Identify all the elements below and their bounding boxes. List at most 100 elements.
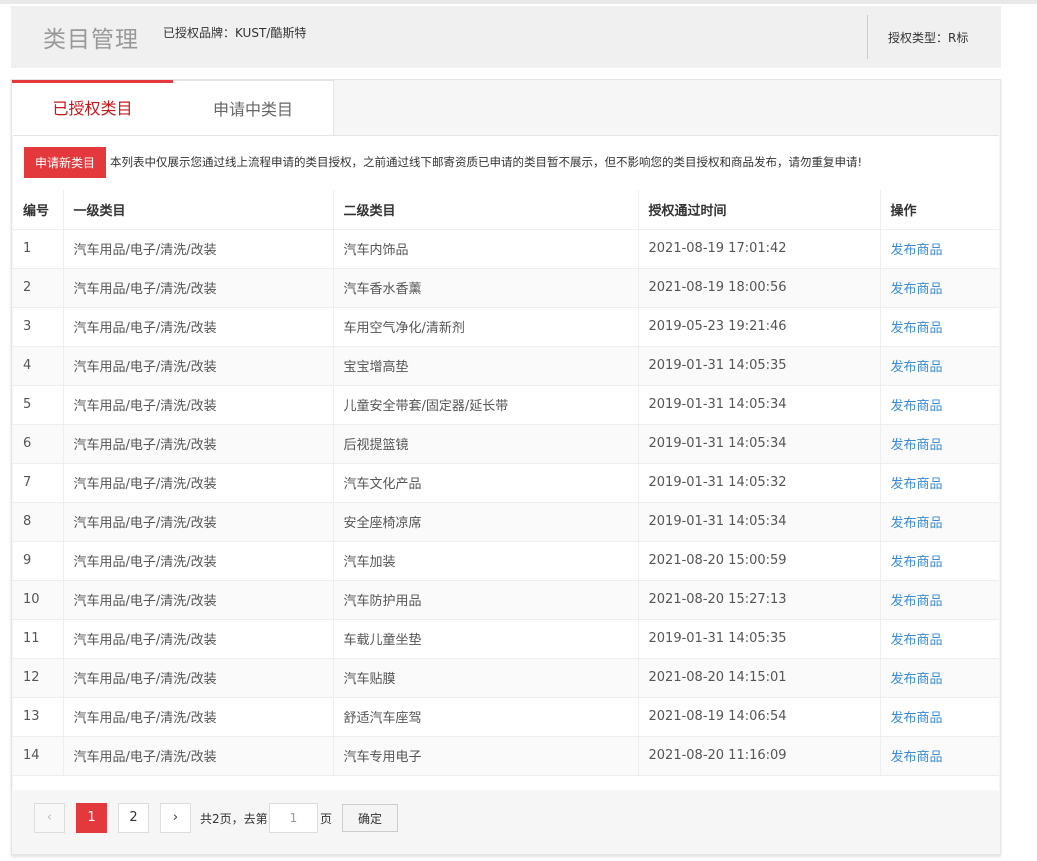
- cell-id: 6: [13, 424, 64, 464]
- publish-product-link[interactable]: 发布商品: [891, 750, 943, 765]
- cell-level2-category: 汽车专用电子: [333, 736, 639, 776]
- cell-level2-category: 车用空气净化/清新剂: [333, 307, 639, 347]
- table-row: 6 汽车用品/电子/清洗/改装 后视提篮镜 2019-01-31 14:05:34 发布…: [13, 424, 999, 464]
- cell-action: 发布商品: [880, 619, 999, 659]
- cell-level1-category: 汽车用品/电子/清洗/改装: [63, 229, 334, 269]
- table-row: 12 汽车用品/电子/清洗/改装 汽车贴膜 2021-08-20 14:15:01 发布…: [13, 658, 999, 698]
- cell-action: 发布商品: [880, 346, 999, 386]
- cell-action: 发布商品: [880, 307, 999, 347]
- cell-auth-time: 2021-08-19 14:06:54: [638, 697, 881, 737]
- table-row: 9 汽车用品/电子/清洗/改装 汽车加装 2021-08-20 15:00:59 发布商…: [13, 541, 999, 581]
- publish-product-link[interactable]: 发布商品: [891, 711, 943, 726]
- tab-pending-categories[interactable]: 申请中类目: [173, 80, 334, 135]
- cell-level1-category: 汽车用品/电子/清洗/改装: [63, 541, 334, 581]
- publish-product-link[interactable]: 发布商品: [891, 360, 943, 375]
- cell-action: 发布商品: [880, 424, 999, 464]
- cell-level2-category: 汽车防护用品: [333, 580, 639, 620]
- cell-level2-category: 汽车香水香薰: [333, 268, 639, 308]
- table-row: 7 汽车用品/电子/清洗/改装 汽车文化产品 2019-01-31 14:05:32 发…: [13, 463, 999, 503]
- publish-product-link[interactable]: 发布商品: [891, 399, 943, 414]
- page-1-button[interactable]: 1: [76, 803, 107, 833]
- cell-action: 发布商品: [880, 697, 999, 737]
- cell-auth-time: 2021-08-19 17:01:42: [638, 229, 881, 269]
- cell-id: 14: [13, 736, 64, 776]
- table-row: 8 汽车用品/电子/清洗/改装 安全座椅凉席 2019-01-31 14:05:34 发…: [13, 502, 999, 542]
- cell-level2-category: 汽车内饰品: [333, 229, 639, 269]
- cell-level2-category: 儿童安全带套/固定器/延长带: [333, 385, 639, 425]
- page-2-button[interactable]: 2: [118, 803, 149, 833]
- column-header-level1: 一级类目: [63, 190, 334, 230]
- cell-auth-time: 2021-08-20 11:16:09: [638, 736, 881, 776]
- cell-level1-category: 汽车用品/电子/清洗/改装: [63, 307, 334, 347]
- publish-product-link[interactable]: 发布商品: [891, 516, 943, 531]
- category-panel: 已授权类目 申请中类目 申请新类目 本列表中仅展示您通过线上流程申请的类目授权，…: [11, 79, 1001, 855]
- publish-product-link[interactable]: 发布商品: [891, 438, 943, 453]
- column-header-action: 操作: [880, 190, 999, 230]
- cell-id: 8: [13, 502, 64, 542]
- publish-product-link[interactable]: 发布商品: [891, 633, 943, 648]
- tab-authorized-categories[interactable]: 已授权类目: [12, 80, 173, 135]
- table-header-row: 编号 一级类目 二级类目 授权通过时间 操作: [13, 190, 999, 230]
- cell-action: 发布商品: [880, 463, 999, 503]
- cell-auth-time: 2021-08-20 15:27:13: [638, 580, 881, 620]
- cell-level2-category: 车载儿童坐垫: [333, 619, 639, 659]
- page-header: 类目管理 已授权品牌：KUST/酷斯特 授权类型：R标: [11, 6, 1001, 68]
- cell-level1-category: 汽车用品/电子/清洗/改装: [63, 502, 334, 542]
- cell-level1-category: 汽车用品/电子/清洗/改装: [63, 580, 334, 620]
- apply-new-category-button[interactable]: 申请新类目: [24, 147, 106, 178]
- cell-level1-category: 汽车用品/电子/清洗/改装: [63, 346, 334, 386]
- cell-id: 5: [13, 385, 64, 425]
- cell-auth-time: 2019-01-31 14:05:32: [638, 463, 881, 503]
- header-divider: [867, 15, 868, 59]
- cell-level2-category: 宝宝增高垫: [333, 346, 639, 386]
- cell-id: 10: [13, 580, 64, 620]
- cell-auth-time: 2019-01-31 14:05:34: [638, 502, 881, 542]
- cell-level1-category: 汽车用品/电子/清洗/改装: [63, 658, 334, 698]
- cell-action: 发布商品: [880, 541, 999, 581]
- cell-level2-category: 安全座椅凉席: [333, 502, 639, 542]
- cell-id: 13: [13, 697, 64, 737]
- total-pages-text: 共2页，去第: [200, 812, 268, 826]
- cell-id: 12: [13, 658, 64, 698]
- publish-product-link[interactable]: 发布商品: [891, 555, 943, 570]
- cell-auth-time: 2019-05-23 19:21:46: [638, 307, 881, 347]
- publish-product-link[interactable]: 发布商品: [891, 282, 943, 297]
- table-row: 10 汽车用品/电子/清洗/改装 汽车防护用品 2021-08-20 15:27:13…: [13, 580, 999, 620]
- goto-confirm-button[interactable]: 确定: [342, 804, 398, 832]
- cell-level2-category: 汽车贴膜: [333, 658, 639, 698]
- cell-level1-category: 汽车用品/电子/清洗/改装: [63, 619, 334, 659]
- publish-product-link[interactable]: 发布商品: [891, 672, 943, 687]
- cell-auth-time: 2021-08-19 18:00:56: [638, 268, 881, 308]
- table-row: 4 汽车用品/电子/清洗/改装 宝宝增高垫 2019-01-31 14:05:35 发布…: [13, 346, 999, 386]
- table-row: 3 汽车用品/电子/清洗/改装 车用空气净化/清新剂 2019-05-23 19:21…: [13, 307, 999, 347]
- next-page-button[interactable]: ›: [160, 803, 191, 833]
- cell-auth-time: 2019-01-31 14:05:34: [638, 385, 881, 425]
- cell-auth-time: 2019-01-31 14:05:34: [638, 424, 881, 464]
- column-header-id: 编号: [13, 190, 64, 230]
- cell-id: 7: [13, 463, 64, 503]
- publish-product-link[interactable]: 发布商品: [891, 243, 943, 258]
- cell-level2-category: 后视提篮镜: [333, 424, 639, 464]
- publish-product-link[interactable]: 发布商品: [891, 477, 943, 492]
- notice-text: 本列表中仅展示您通过线上流程申请的类目授权，之前通过线下邮寄资质已申请的类目暂不…: [110, 155, 863, 169]
- authorized-category-table: 编号 一级类目 二级类目 授权通过时间 操作 1 汽车用品/电子/清洗/改装 汽车内…: [13, 190, 999, 776]
- cell-action: 发布商品: [880, 385, 999, 425]
- tab-bar: 已授权类目 申请中类目: [12, 80, 1000, 135]
- table-row: 14 汽车用品/电子/清洗/改装 汽车专用电子 2021-08-20 11:16:09…: [13, 736, 999, 776]
- prev-page-button[interactable]: ‹: [34, 803, 65, 833]
- cell-action: 发布商品: [880, 229, 999, 269]
- goto-page-input[interactable]: [269, 803, 318, 833]
- table-row: 1 汽车用品/电子/清洗/改装 汽车内饰品 2021-08-19 17:01:42 发布…: [13, 229, 999, 269]
- cell-level1-category: 汽车用品/电子/清洗/改装: [63, 268, 334, 308]
- cell-auth-time: 2021-08-20 15:00:59: [638, 541, 881, 581]
- cell-auth-time: 2019-01-31 14:05:35: [638, 619, 881, 659]
- publish-product-link[interactable]: 发布商品: [891, 594, 943, 609]
- cell-id: 11: [13, 619, 64, 659]
- cell-level2-category: 舒适汽车座驾: [333, 697, 639, 737]
- cell-id: 4: [13, 346, 64, 386]
- cell-level2-category: 汽车文化产品: [333, 463, 639, 503]
- publish-product-link[interactable]: 发布商品: [891, 321, 943, 336]
- cell-action: 发布商品: [880, 268, 999, 308]
- table-row: 5 汽车用品/电子/清洗/改装 儿童安全带套/固定器/延长带 2019-01-31 1…: [13, 385, 999, 425]
- table-body: 1 汽车用品/电子/清洗/改装 汽车内饰品 2021-08-19 17:01:42 发布…: [13, 229, 999, 776]
